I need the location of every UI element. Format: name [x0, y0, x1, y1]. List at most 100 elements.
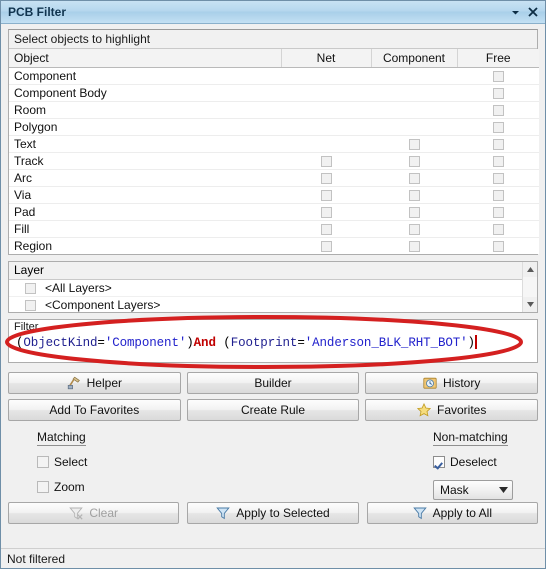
cell-net[interactable] — [281, 203, 371, 221]
free-checkbox[interactable] — [492, 189, 504, 201]
free-checkbox[interactable] — [492, 87, 504, 99]
select-checkbox[interactable] — [37, 456, 49, 468]
cell-free[interactable] — [457, 152, 539, 170]
table-row[interactable]: Fill — [9, 220, 539, 238]
free-checkbox[interactable] — [492, 104, 504, 116]
table-row[interactable]: Pad — [9, 203, 539, 221]
cell-net[interactable] — [281, 152, 371, 170]
cell-free[interactable] — [457, 186, 539, 204]
matching-option-zoom[interactable]: Zoom — [37, 478, 87, 496]
cell-net[interactable] — [281, 186, 371, 204]
free-checkbox[interactable] — [492, 223, 504, 235]
column-header-object[interactable]: Object — [9, 49, 282, 68]
free-checkbox[interactable] — [492, 241, 504, 253]
layer-list-item[interactable]: <All Layers> — [9, 280, 522, 297]
free-checkbox[interactable] — [492, 121, 504, 133]
free-checkbox[interactable] — [492, 70, 504, 82]
cell-free[interactable] — [457, 220, 539, 238]
cell-free[interactable] — [457, 203, 539, 221]
apply-to-selected-button[interactable]: Apply to Selected — [187, 502, 359, 524]
cell-component[interactable] — [371, 203, 457, 221]
text-caret — [474, 335, 477, 349]
cell-component[interactable] — [371, 169, 457, 187]
mask-dropdown[interactable]: Mask — [433, 480, 513, 500]
filter-token-str: 'Anderson_BLK_RHT_BOT' — [304, 336, 468, 350]
net-checkbox[interactable] — [320, 155, 332, 167]
filter-expression-panel[interactable]: Filter (ObjectKind='Component')And (Foot… — [8, 319, 538, 363]
cell-free[interactable] — [457, 135, 539, 153]
free-checkbox[interactable] — [492, 206, 504, 218]
layer-list-item[interactable]: <Component Layers> — [9, 297, 522, 312]
layer-scrollbar[interactable] — [522, 262, 537, 312]
cell-component[interactable] — [371, 220, 457, 238]
table-row[interactable]: Room — [9, 101, 539, 119]
filter-expression-input[interactable]: (ObjectKind='Component')And (Footprint='… — [16, 335, 533, 350]
component-checkbox[interactable] — [408, 155, 420, 167]
table-row[interactable]: Track — [9, 152, 539, 170]
scroll-up-icon[interactable] — [523, 262, 537, 277]
component-checkbox[interactable] — [408, 223, 420, 235]
cell-component[interactable] — [371, 186, 457, 204]
apply-to-all-button[interactable]: Apply to All — [366, 502, 538, 524]
component-checkbox[interactable] — [408, 241, 420, 253]
column-header-component[interactable]: Component — [371, 49, 458, 68]
non-matching-option-deselect[interactable]: Deselect — [433, 453, 513, 471]
table-row[interactable]: Arc — [9, 169, 539, 187]
column-header-net[interactable]: Net — [281, 49, 372, 68]
deselect-checkbox[interactable] — [433, 456, 445, 468]
net-checkbox[interactable] — [320, 189, 332, 201]
cell-component[interactable] — [371, 152, 457, 170]
free-checkbox[interactable] — [492, 155, 504, 167]
net-checkbox[interactable] — [320, 206, 332, 218]
table-row[interactable]: Component — [9, 67, 539, 85]
cell-free[interactable] — [457, 84, 539, 102]
layout-spacer — [1, 524, 545, 542]
net-checkbox[interactable] — [320, 223, 332, 235]
column-header-free[interactable]: Free — [457, 49, 539, 68]
free-checkbox[interactable] — [492, 172, 504, 184]
button-label: Clear — [89, 506, 118, 520]
cell-component[interactable] — [371, 237, 457, 254]
objects-table-header-row: Object Net Component Free — [9, 49, 539, 68]
builder-button[interactable]: Builder — [186, 372, 360, 394]
component-checkbox[interactable] — [408, 172, 420, 184]
collapse-icon[interactable] — [507, 4, 524, 21]
scroll-down-icon[interactable] — [523, 297, 537, 312]
matching-option-select[interactable]: Select — [37, 453, 87, 471]
component-checkbox[interactable] — [408, 138, 420, 150]
clear-filter-icon — [69, 507, 84, 520]
cell-component — [371, 67, 457, 85]
select-label: Select — [54, 455, 88, 469]
cell-free[interactable] — [457, 118, 539, 136]
table-row[interactable]: Component Body — [9, 84, 539, 102]
cell-free[interactable] — [457, 101, 539, 119]
cell-net[interactable] — [281, 169, 371, 187]
cell-free[interactable] — [457, 237, 539, 254]
cell-component[interactable] — [371, 135, 457, 153]
component-checkbox[interactable] — [408, 189, 420, 201]
cell-free[interactable] — [457, 169, 539, 187]
table-row[interactable]: Polygon — [9, 118, 539, 136]
add-to-favorites-button[interactable]: Add To Favorites — [8, 399, 181, 421]
cell-free[interactable] — [457, 67, 539, 85]
helper-button[interactable]: Helper — [8, 372, 181, 394]
cell-net[interactable] — [281, 237, 371, 254]
action-button-grid: Helper Builder History Add To Favorites Crea… — [8, 372, 538, 421]
table-row[interactable]: Region — [9, 237, 539, 254]
zoom-checkbox[interactable] — [37, 481, 49, 493]
button-label: Add To Favorites — [49, 403, 140, 417]
history-button[interactable]: History — [365, 372, 538, 394]
cell-net[interactable] — [281, 220, 371, 238]
layer-checkbox[interactable] — [25, 282, 36, 294]
close-icon[interactable] — [524, 4, 541, 21]
favorites-button[interactable]: Favorites — [365, 399, 538, 421]
free-checkbox[interactable] — [492, 138, 504, 150]
component-checkbox[interactable] — [408, 206, 420, 218]
net-checkbox[interactable] — [320, 241, 332, 253]
layer-checkbox[interactable] — [25, 299, 36, 311]
object-label: Track — [9, 152, 281, 170]
net-checkbox[interactable] — [320, 172, 332, 184]
create-rule-button[interactable]: Create Rule — [186, 399, 360, 421]
table-row[interactable]: Text — [9, 135, 539, 153]
table-row[interactable]: Via — [9, 186, 539, 204]
